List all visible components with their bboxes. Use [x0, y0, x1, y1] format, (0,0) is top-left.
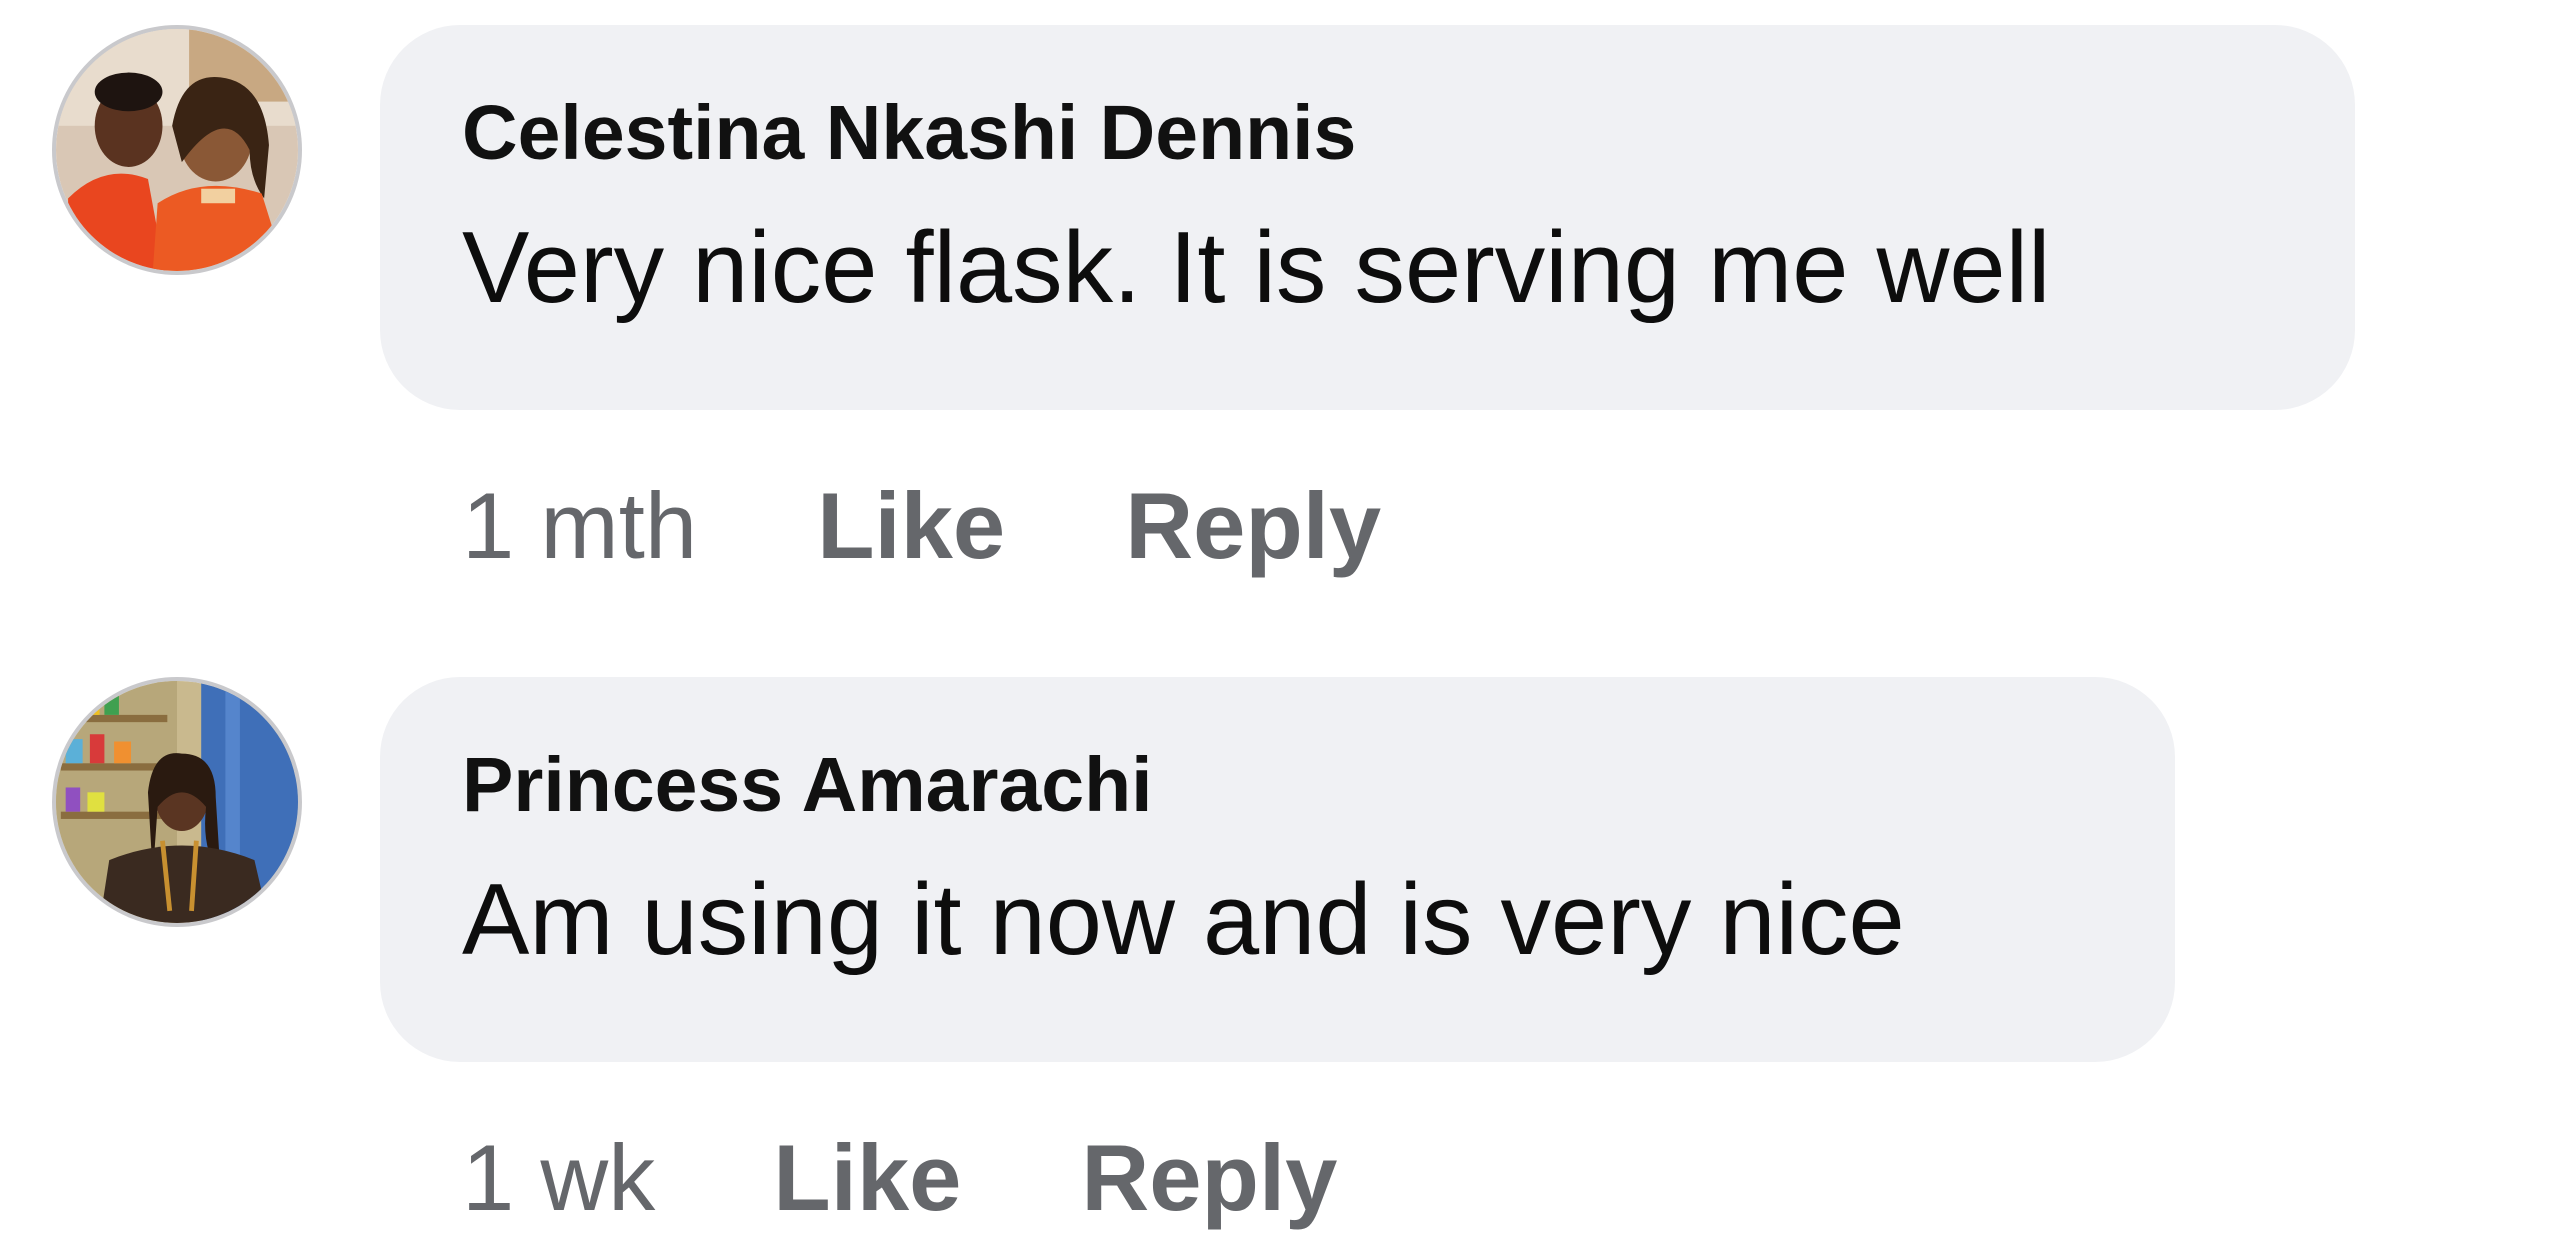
comment-bubble: Celestina Nkashi Dennis Very nice flask.…: [380, 25, 2355, 410]
avatar-photo: [56, 681, 298, 923]
comment-timestamp[interactable]: 1 wk: [462, 1124, 655, 1232]
comment-text: Am using it now and is very nice: [462, 864, 1905, 976]
reply-button[interactable]: Reply: [1125, 472, 1381, 580]
like-button[interactable]: Like: [773, 1124, 961, 1232]
comment-author[interactable]: Princess Amarachi: [462, 747, 2085, 824]
comment-text: Very nice flask. It is serving me well: [462, 212, 2051, 324]
comment-actions: 1 mth Like Reply: [462, 472, 1381, 582]
comment-author[interactable]: Celestina Nkashi Dennis: [462, 95, 2265, 172]
comment-bubble: Princess Amarachi Am using it now and is…: [380, 677, 2175, 1062]
comment-actions: 1 wk Like Reply: [462, 1124, 1337, 1234]
like-button[interactable]: Like: [817, 472, 1005, 580]
reply-button[interactable]: Reply: [1081, 1124, 1337, 1232]
avatar[interactable]: [52, 677, 302, 927]
avatar-photo: [56, 29, 298, 271]
avatar[interactable]: [52, 25, 302, 275]
comment-thread: Celestina Nkashi Dennis Very nice flask.…: [0, 0, 2560, 1237]
comment-timestamp[interactable]: 1 mth: [462, 472, 697, 580]
